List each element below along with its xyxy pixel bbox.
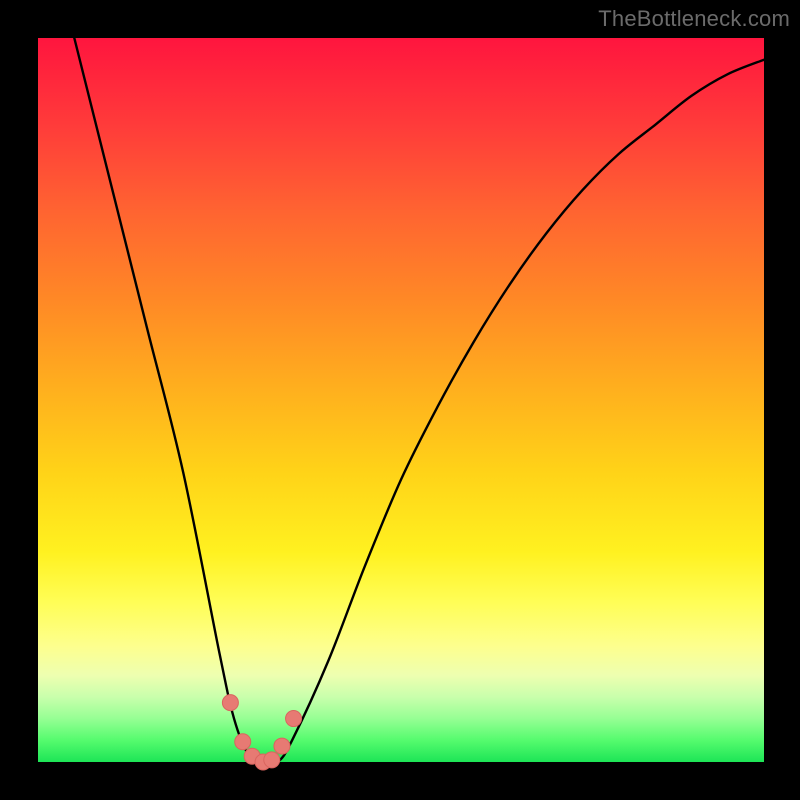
curve-marker: [222, 695, 238, 711]
plot-area: [38, 38, 764, 762]
watermark-text: TheBottleneck.com: [598, 6, 790, 32]
curve-marker: [264, 752, 280, 768]
curve-marker: [274, 738, 290, 754]
chart-frame: TheBottleneck.com: [0, 0, 800, 800]
curve-marker: [235, 734, 251, 750]
bottleneck-curve: [38, 38, 764, 762]
curve-marker: [286, 711, 302, 727]
